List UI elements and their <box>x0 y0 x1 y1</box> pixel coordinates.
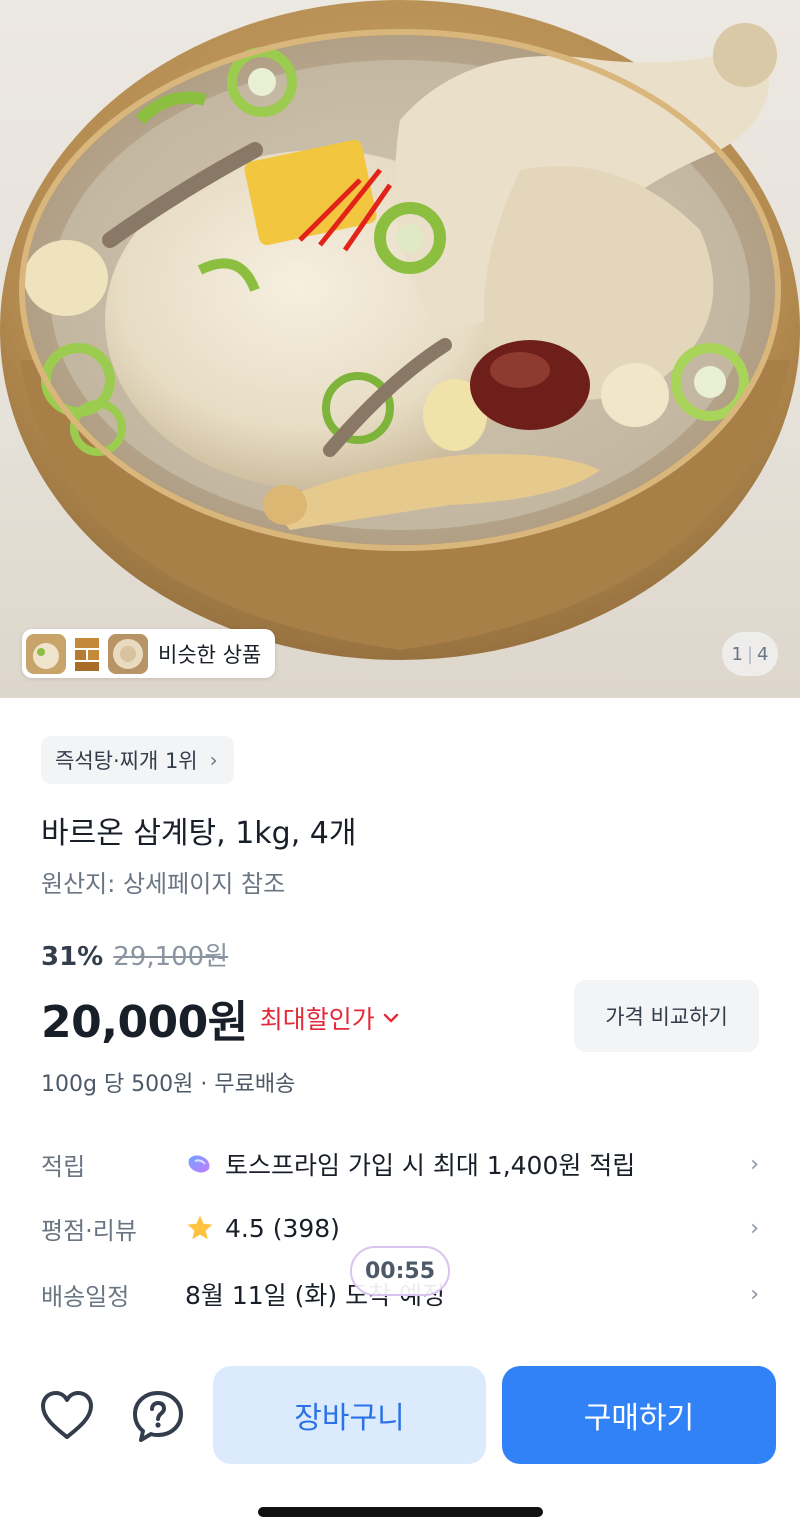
chevron-right-icon: › <box>750 1151 759 1177</box>
timer-badge: 00:55 <box>350 1246 450 1296</box>
shipping-value: 8월 11일 (화) 도착 예정 <box>185 1281 446 1310</box>
similar-product-thumbnail <box>72 633 102 674</box>
heart-icon <box>41 1391 93 1439</box>
add-to-cart-button[interactable]: 장바구니 <box>213 1366 486 1464</box>
similar-product-thumbnail <box>108 633 148 674</box>
image-pager: 1 | 4 <box>722 632 778 676</box>
points-label: 적립 <box>41 1152 86 1181</box>
similar-products-label: 비슷한 상품 <box>158 642 262 667</box>
pager-current: 1 <box>731 643 743 665</box>
rating-value-wrap: 4.5 (398) <box>185 1213 739 1243</box>
unit-price-shipping: 100g 당 500원 · 무료배송 <box>41 1072 296 1097</box>
product-title: 바르온 삼계탕, 1kg, 4개 <box>41 816 357 851</box>
pager-total: 4 <box>757 643 769 665</box>
home-indicator <box>258 1507 543 1517</box>
points-row[interactable]: 적립 토스프라임 가입 시 최대 1,400원 적립 › <box>41 1142 759 1186</box>
rating-review-row[interactable]: 평점·리뷰 4.5 (398) › <box>41 1206 759 1250</box>
chevron-right-icon: › <box>209 748 218 772</box>
similar-product-thumbnail <box>26 633 66 674</box>
product-origin: 원산지: 상세페이지 참조 <box>41 870 286 898</box>
max-discount-label: 최대할인가 <box>259 1005 375 1034</box>
inquiry-button[interactable] <box>128 1386 188 1446</box>
chevron-right-icon: › <box>750 1281 759 1307</box>
buy-now-button[interactable]: 구매하기 <box>502 1366 776 1464</box>
rating-label: 평점·리뷰 <box>41 1216 137 1245</box>
star-icon <box>187 1215 213 1240</box>
sale-price: 20,000원 <box>41 997 248 1048</box>
discount-row: 31% 29,100원 <box>41 936 228 973</box>
toss-prime-icon <box>188 1155 210 1173</box>
similar-products-button[interactable]: 비슷한 상품 <box>22 629 276 678</box>
price-row: 20,000원 최대할인가 <box>41 986 399 1050</box>
chevron-right-icon: › <box>750 1215 759 1241</box>
rating-value: 4.5 (398) <box>225 1213 340 1243</box>
wishlist-button[interactable] <box>37 1386 97 1446</box>
category-rank-chip[interactable]: 즉석탕·찌개 1위 › <box>41 736 234 784</box>
product-photo <box>0 0 800 660</box>
max-discount-toggle[interactable]: 최대할인가 <box>260 1000 399 1036</box>
points-value-wrap: 토스프라임 가입 시 최대 1,400원 적립 <box>185 1146 739 1182</box>
pager-divider: | <box>746 643 754 665</box>
product-image-carousel[interactable]: 비슷한 상품 1 | 4 <box>0 0 800 698</box>
original-price: 29,100원 <box>113 942 229 972</box>
price-compare-button[interactable]: 가격 비교하기 <box>574 980 759 1052</box>
chevron-down-icon <box>383 1013 398 1023</box>
question-icon <box>133 1391 183 1442</box>
discount-rate: 31% <box>41 942 104 972</box>
rank-chip-label: 즉석탕·찌개 1위 <box>55 749 198 773</box>
shipping-label: 배송일정 <box>41 1282 130 1311</box>
points-value: 토스프라임 가입 시 최대 1,400원 적립 <box>225 1151 636 1180</box>
